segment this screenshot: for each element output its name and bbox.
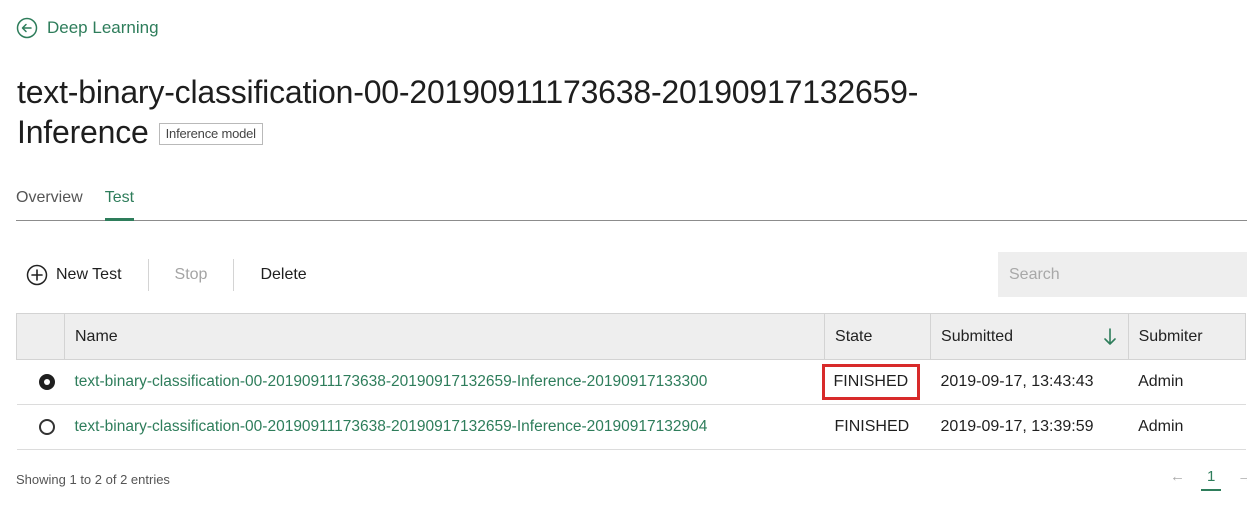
back-link-deep-learning[interactable]: Deep Learning — [16, 17, 159, 39]
submitted-column-header[interactable]: Submitted — [930, 313, 1129, 360]
table-toolbar: New Test Stop Delete — [26, 258, 307, 292]
prev-page-button[interactable]: ← — [1170, 468, 1185, 485]
stop-button[interactable]: Stop — [175, 266, 208, 284]
sort-descending-icon[interactable] — [1102, 327, 1118, 347]
row-radio[interactable] — [38, 419, 55, 435]
page: Deep Learning text-binary-classification… — [0, 0, 1247, 510]
row-radio-selected[interactable] — [38, 374, 55, 390]
table-header-row: Name State Submitted Submiter — [16, 313, 1247, 360]
page-title: text-binary-classification-00-2019091117… — [17, 72, 977, 152]
next-page-button[interactable]: → — [1237, 468, 1247, 485]
submitted-cell: 2019-09-17, 13:39:59 — [930, 404, 1129, 450]
entries-info: Showing 1 to 2 of 2 entries — [16, 472, 170, 487]
page-title-line2: Inference — [17, 114, 149, 150]
tab-test[interactable]: Test — [104, 186, 135, 221]
submitter-cell: Admin — [1128, 359, 1246, 405]
page-number-current[interactable]: 1 — [1201, 468, 1222, 491]
submitted-header-label: Submitted — [941, 327, 1014, 345]
name-column-header[interactable]: Name — [63, 313, 826, 360]
select-column-header — [16, 313, 65, 360]
submitted-cell: 2019-09-17, 13:43:43 — [930, 359, 1129, 405]
search-input[interactable] — [998, 252, 1247, 297]
delete-button[interactable]: Delete — [260, 266, 306, 284]
new-test-label: New Test — [56, 266, 122, 283]
table-row[interactable]: text-binary-classification-00-2019091117… — [16, 404, 1246, 450]
state-column-header[interactable]: State — [824, 313, 932, 360]
table-row[interactable]: text-binary-classification-00-2019091117… — [16, 359, 1246, 405]
test-name-link[interactable]: text-binary-classification-00-2019091117… — [75, 373, 708, 390]
arrow-left-circle-icon — [16, 17, 38, 39]
pagination: ← 1 → — [1170, 468, 1247, 491]
toolbar-divider — [147, 259, 149, 291]
model-type-badge: Inference model — [158, 123, 263, 145]
toolbar-divider — [233, 259, 235, 291]
back-link-label: Deep Learning — [47, 18, 159, 37]
tests-table: Name State Submitted Submiter text-binar… — [16, 313, 1247, 450]
plus-circle-icon — [26, 264, 48, 286]
state-cell: FINISHED — [824, 404, 931, 450]
state-cell-highlighted: FINISHED — [821, 364, 921, 400]
test-name-link[interactable]: text-binary-classification-00-2019091117… — [75, 418, 708, 435]
page-title-line1: text-binary-classification-00-2019091117… — [17, 74, 919, 110]
new-test-button[interactable]: New Test — [26, 264, 122, 286]
submitter-cell: Admin — [1128, 404, 1246, 450]
tab-bar: Overview Test — [16, 186, 1247, 221]
submitter-column-header[interactable]: Submiter — [1127, 313, 1247, 360]
tab-overview[interactable]: Overview — [16, 186, 83, 220]
